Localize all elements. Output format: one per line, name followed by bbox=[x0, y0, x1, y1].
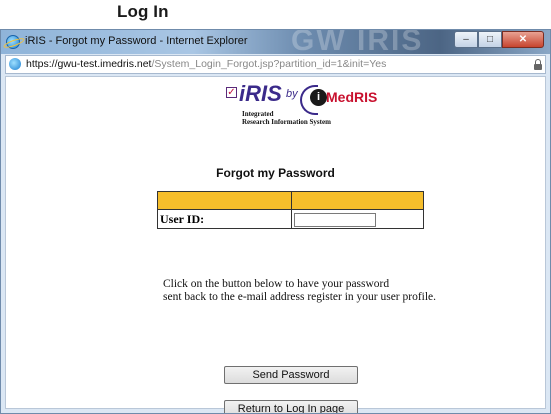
return-to-login-button[interactable]: Return to Log In page bbox=[224, 400, 358, 413]
browser-popup-window: iRIS - Forgot my Password - Internet Exp… bbox=[0, 29, 551, 414]
logo-subtitle-line2: Research Information System bbox=[242, 118, 331, 126]
table-header-cell bbox=[157, 191, 292, 210]
user-id-cell bbox=[291, 209, 424, 229]
page-heading: Log In bbox=[117, 2, 169, 21]
user-id-label: User ID: bbox=[157, 209, 292, 229]
page-favicon-icon bbox=[9, 58, 21, 70]
lock-icon[interactable] bbox=[534, 59, 542, 70]
window-titlebar[interactable]: iRIS - Forgot my Password - Internet Exp… bbox=[1, 30, 550, 57]
logo-by-text: by bbox=[286, 88, 298, 100]
close-button[interactable]: ✕ bbox=[502, 31, 544, 48]
table-header-cell bbox=[291, 191, 424, 210]
logo-iris-text: iRIS bbox=[239, 81, 282, 106]
logo-brand-text: MedRIS bbox=[326, 89, 378, 105]
page-content: ✓ iRIS by i MedRIS Integrated Research I… bbox=[5, 76, 546, 413]
minimize-button[interactable]: – bbox=[454, 31, 478, 48]
form-title: Forgot my Password bbox=[216, 166, 335, 180]
internet-explorer-icon bbox=[6, 35, 20, 49]
instruction-line-2: sent back to the e-mail address register… bbox=[163, 291, 437, 303]
send-password-button[interactable]: Send Password bbox=[224, 366, 358, 384]
instruction-line-1: Click on the button below to have your p… bbox=[163, 278, 390, 290]
logo-subtitle-line1: Integrated bbox=[242, 110, 274, 118]
user-id-input[interactable] bbox=[294, 213, 376, 227]
user-id-table: User ID: bbox=[157, 191, 424, 229]
logo-i-circle-icon: i bbox=[310, 89, 327, 106]
window-title: iRIS - Forgot my Password - Internet Exp… bbox=[25, 35, 248, 47]
window-controls: – □ ✕ bbox=[454, 31, 544, 48]
table-header-row bbox=[157, 191, 424, 210]
table-row: User ID: bbox=[157, 209, 424, 229]
instruction-text: Click on the button below to have your p… bbox=[163, 278, 436, 304]
iris-logo: ✓ iRIS by i MedRIS Integrated Research I… bbox=[222, 81, 377, 127]
address-bar[interactable]: https://gwu-test.imedris.net/System_Logi… bbox=[5, 55, 546, 74]
background-ghost-text: GW IRIS bbox=[291, 29, 424, 57]
checkbox-logo-icon: ✓ bbox=[226, 87, 237, 98]
maximize-button[interactable]: □ bbox=[478, 31, 502, 48]
address-url[interactable]: https://gwu-test.imedris.net/System_Logi… bbox=[26, 58, 386, 70]
